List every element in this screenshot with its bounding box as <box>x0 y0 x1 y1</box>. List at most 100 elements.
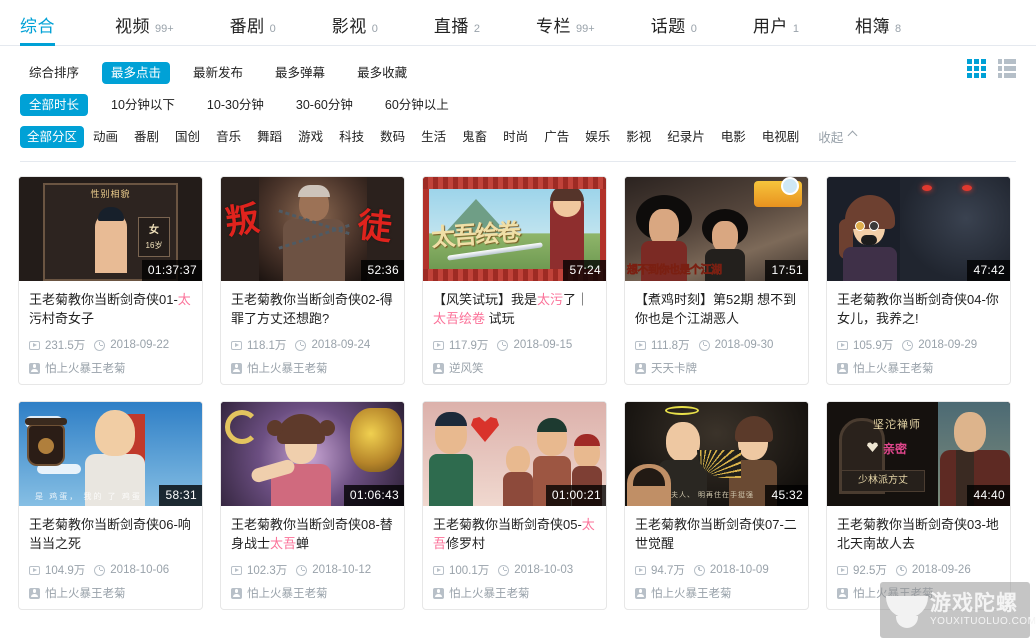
play-count-value: 118.1万 <box>247 340 287 352</box>
title-text: 王老菊教你当断剑奇侠07-二世觉醒 <box>635 517 797 551</box>
sort-option-5[interactable]: 最多收藏 <box>348 62 416 84</box>
video-title[interactable]: 王老菊教你当断剑奇侠08-替身战士太吾蝉 <box>231 515 394 553</box>
partition-option-9[interactable]: 数码 <box>373 126 412 148</box>
video-title[interactable]: 王老菊教你当断剑奇侠04-你女儿，我养之! <box>837 290 1000 328</box>
uploader[interactable]: 怕上火暴王老菊 <box>231 585 328 601</box>
video-card[interactable]: 是 鸡蛋， 我的 了 鸡蛋 58:31 王老菊教你当断剑奇侠06-响当当之死 104.… <box>18 401 203 610</box>
video-thumbnail[interactable]: 太吾绘卷 57:24 <box>423 177 606 281</box>
tab-4[interactable]: 影视 0 <box>332 0 378 46</box>
partition-option-10[interactable]: 生活 <box>414 126 453 148</box>
publish-date: 2018-09-29 <box>902 339 977 351</box>
uploader-name: 逆风笑 <box>449 363 484 375</box>
uploader[interactable]: 怕上火暴王老菊 <box>29 360 126 376</box>
uploader[interactable]: 怕上火暴王老菊 <box>231 360 328 376</box>
video-title[interactable]: 【风笑试玩】我是太污了｜ 太吾绘卷 试玩 <box>433 290 596 328</box>
uploader[interactable]: 怕上火暴王老菊 <box>433 585 530 601</box>
duration-option-1[interactable]: 全部时长 <box>20 93 89 116</box>
video-thumbnail[interactable]: 47:42 <box>827 177 1010 281</box>
partition-option-15[interactable]: 影视 <box>619 126 658 148</box>
tab-9[interactable]: 相簿 8 <box>855 0 901 46</box>
video-thumbnail[interactable]: 坚沱禅师 亲密 少林派方丈 44:40 <box>827 402 1010 506</box>
duration-option-3[interactable]: 10-30分钟 <box>198 94 273 116</box>
video-title[interactable]: 王老菊教你当断剑奇侠07-二世觉醒 <box>635 515 798 553</box>
duration-option-4[interactable]: 30-60分钟 <box>287 94 362 116</box>
card-body: 王老菊教你当断剑奇侠03-地北天南故人去 92.5万 2018-09-26 怕上火暴王… <box>827 506 1010 609</box>
tab-2[interactable]: 视频 99+ <box>115 0 174 46</box>
video-title[interactable]: 【煮鸡时刻】第52期 想不到你也是个江湖恶人 <box>635 290 798 328</box>
video-title[interactable]: 王老菊教你当断剑奇侠05-太吾修罗村 <box>433 515 596 553</box>
tab-5[interactable]: 直播 2 <box>434 0 480 46</box>
video-stats-row: 100.1万 2018-10-03 <box>433 562 596 578</box>
collapse-partitions-button[interactable]: 收起 <box>818 127 858 146</box>
uploader-row[interactable]: 怕上火暴王老菊 <box>29 585 192 601</box>
uploader[interactable]: 怕上火暴王老菊 <box>635 585 732 601</box>
sort-option-4[interactable]: 最多弹幕 <box>266 62 334 84</box>
uploader-row[interactable]: 怕上火暴王老菊 <box>635 585 798 601</box>
uploader-row[interactable]: 怕上火暴王老菊 <box>433 585 596 601</box>
video-title[interactable]: 王老菊教你当断剑奇侠01-太污村奇女子 <box>29 290 192 328</box>
partition-option-13[interactable]: 广告 <box>537 126 576 148</box>
partition-option-4[interactable]: 国创 <box>168 126 207 148</box>
tab-label: 直播 <box>433 16 469 36</box>
uploader[interactable]: 怕上火暴王老菊 <box>29 585 126 601</box>
uploader[interactable]: 怕上火暴王老菊 <box>837 360 934 376</box>
list-view-icon[interactable] <box>998 59 1016 78</box>
tab-7[interactable]: 话题 0 <box>651 0 697 46</box>
partition-option-2[interactable]: 动画 <box>86 126 125 148</box>
video-stats-row: 231.5万 2018-09-22 <box>29 337 192 353</box>
video-title[interactable]: 王老菊教你当断剑奇侠06-响当当之死 <box>29 515 192 553</box>
uploader-row[interactable]: 怕上火暴王老菊 <box>29 360 192 376</box>
sort-option-3[interactable]: 最新发布 <box>184 62 252 84</box>
partition-option-11[interactable]: 鬼畜 <box>455 126 494 148</box>
partition-option-6[interactable]: 舞蹈 <box>250 126 289 148</box>
video-card[interactable]: 太吾绘卷 57:24 【风笑试玩】我是太污了｜ 太吾绘卷 试玩 117.9万 2018-0… <box>422 176 607 385</box>
duration-option-5[interactable]: 60分钟以上 <box>376 94 458 116</box>
video-card[interactable]: 叛徒 52:36 王老菊教你当断剑奇侠02-得罪了方丈还想跑? 118.1万 2018-… <box>220 176 405 385</box>
uploader-row[interactable]: 天天卡牌 <box>635 360 798 376</box>
sort-option-2[interactable]: 最多点击 <box>102 61 171 84</box>
uploader-row[interactable]: 怕上火暴王老菊 <box>837 585 1000 601</box>
uploader[interactable]: 怕上火暴王老菊 <box>837 585 934 601</box>
video-card[interactable]: 性别相貌女 16岁 01:37:37 王老菊教你当断剑奇侠01-太污村奇女子 231.5… <box>18 176 203 385</box>
uploader[interactable]: 天天卡牌 <box>635 360 697 376</box>
video-card[interactable]: 夫人、 明再住在手挺强 45:32 王老菊教你当断剑奇侠07-二世觉醒 94.7万 20… <box>624 401 809 610</box>
video-title[interactable]: 王老菊教你当断剑奇侠02-得罪了方丈还想跑? <box>231 290 394 328</box>
uploader-row[interactable]: 逆风笑 <box>433 360 596 376</box>
sort-option-1[interactable]: 综合排序 <box>20 62 88 84</box>
video-card[interactable]: 01:00:21 王老菊教你当断剑奇侠05-太吾修罗村 100.1万 2018-10-… <box>422 401 607 610</box>
video-title[interactable]: 王老菊教你当断剑奇侠03-地北天南故人去 <box>837 515 1000 553</box>
tab-8[interactable]: 用户 1 <box>753 0 799 46</box>
duration-option-2[interactable]: 10分钟以下 <box>102 94 184 116</box>
card-body: 王老菊教你当断剑奇侠07-二世觉醒 94.7万 2018-10-09 怕上火暴王老菊 <box>625 506 808 609</box>
uploader-row[interactable]: 怕上火暴王老菊 <box>231 585 394 601</box>
partition-option-3[interactable]: 番剧 <box>127 126 166 148</box>
tab-3[interactable]: 番剧 0 <box>230 0 276 46</box>
partition-option-16[interactable]: 纪录片 <box>660 126 712 148</box>
video-thumbnail[interactable]: 是 鸡蛋， 我的 了 鸡蛋 58:31 <box>19 402 202 506</box>
grid-view-icon[interactable] <box>967 59 986 78</box>
video-card[interactable]: 坚沱禅师 亲密 少林派方丈 44:40 王老菊教你当断剑奇侠03-地北天南故人去 92.5… <box>826 401 1011 610</box>
uploader-row[interactable]: 怕上火暴王老菊 <box>837 360 1000 376</box>
tab-1[interactable]: 综合 <box>20 0 55 46</box>
uploader[interactable]: 逆风笑 <box>433 360 484 376</box>
partition-option-14[interactable]: 娱乐 <box>578 126 617 148</box>
partition-option-17[interactable]: 电影 <box>714 126 753 148</box>
partition-option-18[interactable]: 电视剧 <box>755 126 807 148</box>
partition-option-8[interactable]: 科技 <box>332 126 371 148</box>
tab-6[interactable]: 专栏 99+ <box>536 0 595 46</box>
partition-option-7[interactable]: 游戏 <box>291 126 330 148</box>
uploader-row[interactable]: 怕上火暴王老菊 <box>231 360 394 376</box>
partition-option-12[interactable]: 时尚 <box>496 126 535 148</box>
partition-option-1[interactable]: 全部分区 <box>20 125 85 148</box>
video-card[interactable]: 01:06:43 王老菊教你当断剑奇侠08-替身战士太吾蝉 102.3万 2018-1… <box>220 401 405 610</box>
video-thumbnail[interactable]: 01:00:21 <box>423 402 606 506</box>
video-thumbnail[interactable]: 想不到你也是个江湖 17:51 <box>625 177 808 281</box>
video-thumbnail[interactable]: 叛徒 52:36 <box>221 177 404 281</box>
video-card[interactable]: 47:42 王老菊教你当断剑奇侠04-你女儿，我养之! 105.9万 2018-09-… <box>826 176 1011 385</box>
video-card[interactable]: 想不到你也是个江湖 17:51 【煮鸡时刻】第52期 想不到你也是个江湖恶人 111.… <box>624 176 809 385</box>
video-thumbnail[interactable]: 01:06:43 <box>221 402 404 506</box>
partition-option-5[interactable]: 音乐 <box>209 126 248 148</box>
video-thumbnail[interactable]: 夫人、 明再住在手挺强 45:32 <box>625 402 808 506</box>
duration-filter-row: 全部时长 10分钟以下 10-30分钟 30-60分钟 60分钟以上 <box>20 90 1016 119</box>
video-thumbnail[interactable]: 性别相貌女 16岁 01:37:37 <box>19 177 202 281</box>
